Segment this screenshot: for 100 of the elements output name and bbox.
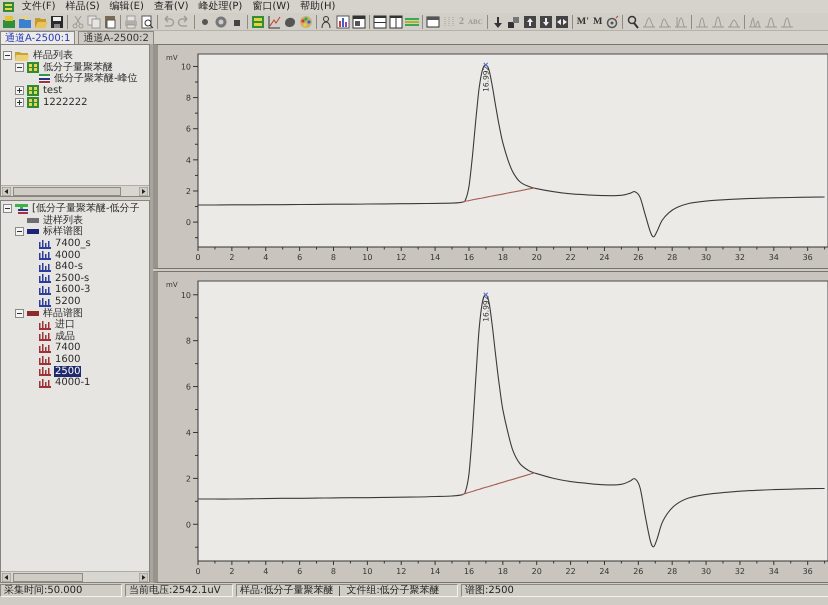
spreadsheet-icon <box>27 85 39 96</box>
double-arrow-box-icon[interactable] <box>554 14 569 28</box>
plus-box-icon[interactable] <box>15 86 24 96</box>
window-icon[interactable] <box>352 14 366 28</box>
peak-marker-icon <box>483 62 488 68</box>
axis-tick-label: 2 <box>229 253 234 262</box>
left-arrow-icon[interactable] <box>2 186 11 196</box>
minus-box-icon[interactable] <box>3 51 12 60</box>
left-arrow-icon[interactable] <box>2 572 11 582</box>
horizontal-scrollbar[interactable] <box>1 185 149 196</box>
menu-item[interactable]: 编辑(E) <box>108 0 146 12</box>
menu-item[interactable]: 样品(S) <box>64 0 102 12</box>
menu-item[interactable]: 查看(V) <box>152 0 190 12</box>
toolbar-text-button[interactable]: M' <box>576 14 590 28</box>
menu-item[interactable]: 峰处理(P) <box>196 0 244 12</box>
minus-box-icon[interactable] <box>15 308 24 318</box>
tree-item[interactable]: 5200 <box>54 296 82 308</box>
tree-item[interactable]: 样品列表 <box>32 50 74 62</box>
tree-item[interactable]: 成品 <box>54 330 76 342</box>
axis-tick-label: 10 <box>180 62 191 72</box>
tree-item[interactable]: test <box>42 85 64 96</box>
axis-tick-label: 34 <box>768 253 779 262</box>
database-icon[interactable] <box>2 14 16 28</box>
axis-tick-label: 24 <box>599 253 610 262</box>
axis-tick-label: 32 <box>734 253 746 262</box>
up-arrow-box-icon[interactable] <box>522 14 537 28</box>
clipboard-icon[interactable] <box>103 14 117 28</box>
overlapping-squares-icon[interactable] <box>506 14 521 28</box>
axis-tick-label: 8 <box>186 336 191 346</box>
axis-tick-label: 0 <box>186 520 191 530</box>
menu-item[interactable]: 文件(F) <box>20 0 58 12</box>
tree-item[interactable]: 1600 <box>54 354 82 366</box>
panel-icon[interactable] <box>426 14 440 28</box>
axis-tick-label: 8 <box>330 253 336 262</box>
tree-item[interactable]: 2500 <box>54 366 82 377</box>
tree-item[interactable]: 进口 <box>54 319 76 330</box>
tree-item[interactable]: 1600-3 <box>54 284 92 296</box>
tree-item[interactable]: 样品谱图 <box>42 308 84 319</box>
histogram-icon[interactable] <box>336 14 350 28</box>
menu-item[interactable]: 帮助(H) <box>298 0 338 12</box>
menu-item[interactable]: 窗口(W) <box>250 0 292 12</box>
vertical-split-icon[interactable] <box>389 14 403 28</box>
tree-item[interactable]: 4000 <box>54 250 82 261</box>
striped-card-icon <box>39 74 50 84</box>
toolbar-text-button[interactable]: M <box>592 14 604 28</box>
tab[interactable]: 通道A-2500:1 <box>0 31 76 44</box>
axis-tick-label: 8 <box>330 567 336 576</box>
scrollbar-thumb[interactable] <box>13 572 83 582</box>
tab[interactable]: 通道A-2500:2 <box>78 31 154 44</box>
axis-tick-label: 34 <box>768 567 779 576</box>
axis-tick-label: 6 <box>297 567 302 576</box>
axis-tick-label: 36 <box>802 567 813 576</box>
down-arrow-box-icon[interactable] <box>538 14 553 28</box>
folder-icon[interactable] <box>18 14 32 28</box>
tree-item[interactable]: 4000-1 <box>54 377 92 388</box>
tree-item[interactable]: 7400_s <box>54 238 92 250</box>
axis-tick-label: 4 <box>186 156 191 165</box>
spreadsheet-icon <box>27 96 39 108</box>
axis-tick-label: 20 <box>532 567 542 576</box>
axis-tick-label: 28 <box>667 567 678 576</box>
axis-tick-label: 12 <box>396 567 406 576</box>
axis-tick-label: 32 <box>734 567 746 576</box>
minus-box-icon[interactable] <box>15 227 24 236</box>
tree-item[interactable]: 840-s <box>54 261 84 272</box>
tree-item[interactable]: 7400 <box>54 342 82 354</box>
status-field: 采集时间:50.000 <box>0 584 122 597</box>
tree-item[interactable]: [低分子量聚苯醚-低分子 <box>31 203 141 214</box>
axis-chart-icon[interactable] <box>267 14 281 28</box>
save-icon[interactable] <box>50 14 64 28</box>
axis-tick-label: 10 <box>362 253 372 262</box>
scrollbar-thumb[interactable] <box>13 186 121 196</box>
horizontal-split-icon[interactable] <box>373 14 387 28</box>
minus-box-icon[interactable] <box>3 204 12 214</box>
magnifier-icon[interactable] <box>626 14 640 28</box>
tree-item[interactable]: 2500-s <box>54 272 90 284</box>
axis-tick-label: 4 <box>186 428 191 438</box>
folder-icon <box>15 50 29 61</box>
status-field: 当前电压:2542.1uV <box>125 584 233 597</box>
axis-tick-label: 36 <box>802 253 813 262</box>
axis-tick-label: 30 <box>700 253 712 262</box>
tree-item[interactable]: 1222222 <box>42 96 89 108</box>
disc-icon[interactable] <box>214 14 228 28</box>
axis-tick-label: 16 <box>464 253 474 262</box>
tree-item[interactable]: 低分子量聚苯醚 <box>42 62 114 73</box>
palette-icon[interactable] <box>299 14 313 28</box>
axis-tick-label: 2 <box>186 186 191 196</box>
horizontal-scrollbar[interactable] <box>1 571 149 582</box>
axis-tick-label: 2 <box>186 474 191 484</box>
minus-box-icon[interactable] <box>15 62 24 72</box>
axis-tick-label: 8 <box>186 94 191 103</box>
plus-box-icon[interactable] <box>15 98 24 107</box>
right-arrow-icon[interactable] <box>139 186 148 196</box>
axis-tick-label: 20 <box>532 253 542 262</box>
right-arrow-icon[interactable] <box>139 572 148 582</box>
print-preview-icon[interactable] <box>140 14 154 28</box>
target-icon[interactable] <box>605 14 620 28</box>
tree-item[interactable]: 标样谱图 <box>42 226 84 238</box>
axis-tick-label: 24 <box>599 567 610 576</box>
tree-item[interactable]: 进样列表 <box>42 214 84 226</box>
tree-item[interactable]: 低分子聚苯醚-峰位 <box>53 73 139 84</box>
